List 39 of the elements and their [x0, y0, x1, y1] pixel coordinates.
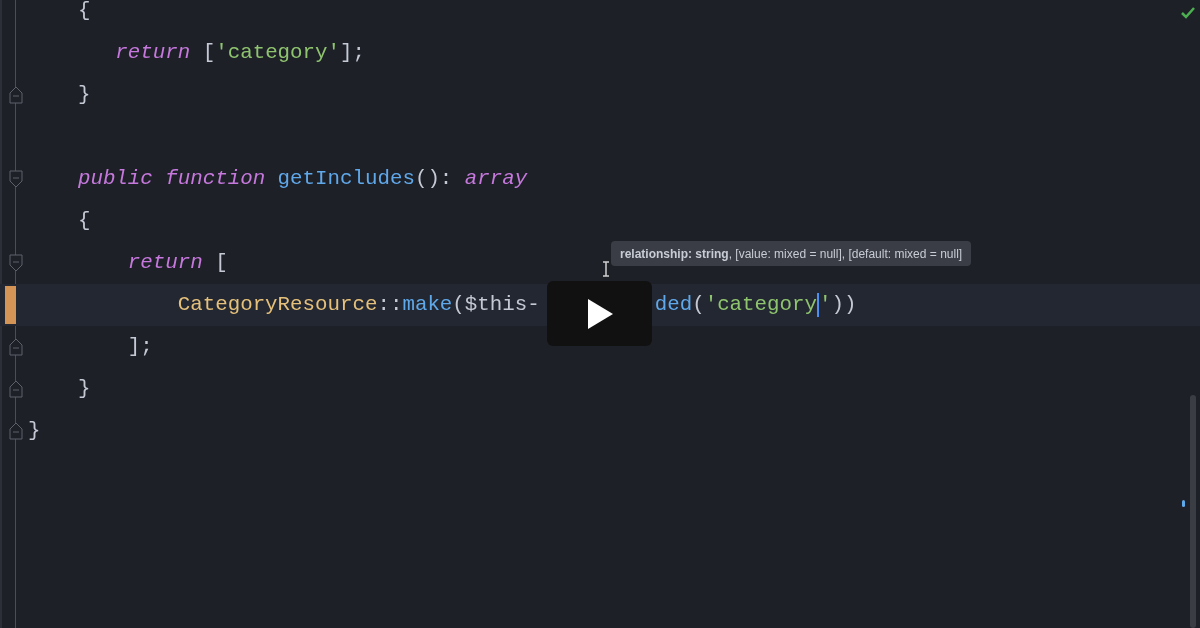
error-stripe-mark	[1182, 500, 1185, 507]
code-token: return	[126, 250, 203, 277]
code-token: }	[76, 376, 91, 403]
play-icon	[585, 297, 614, 330]
code-token: (	[692, 292, 705, 319]
text-cursor-icon	[602, 261, 610, 277]
code-token: public function	[76, 166, 267, 193]
code-token: array	[464, 166, 528, 193]
fold-icon[interactable]	[9, 422, 23, 440]
code-token: make	[402, 292, 453, 319]
text-cursor	[817, 293, 819, 317]
code-token: ($this-	[452, 292, 540, 319]
code-token: 'category'	[215, 40, 341, 67]
code-token: }	[28, 418, 41, 445]
code-token: 'category	[704, 292, 817, 319]
code-token: }	[76, 82, 91, 109]
parameter-tooltip: relationship: string, [value: mixed = null], [default: mixed = null]	[611, 241, 972, 266]
code-token: {	[76, 208, 91, 235]
fold-icon[interactable]	[9, 170, 23, 188]
code-token: [	[201, 40, 216, 67]
code-token: CategoryResource	[176, 292, 378, 319]
change-marker	[5, 286, 16, 324]
code-token: ))	[831, 292, 857, 319]
fold-icon[interactable]	[9, 338, 23, 356]
code-token: {	[76, 0, 91, 25]
code-token: getIncludes	[277, 166, 415, 193]
code-token: [	[214, 250, 228, 277]
code-token: ():	[414, 166, 454, 193]
play-button[interactable]	[547, 281, 652, 346]
code-token: ded	[654, 292, 693, 319]
fold-icon[interactable]	[9, 380, 23, 398]
fold-icon[interactable]	[9, 86, 23, 104]
code-token: ];	[340, 40, 365, 67]
scrollbar-thumb[interactable]	[1190, 395, 1196, 628]
code-token: ];	[126, 334, 153, 361]
fold-icon[interactable]	[9, 254, 23, 272]
code-token: return	[114, 40, 191, 67]
code-token: '	[819, 292, 832, 319]
code-token: ::	[377, 292, 403, 319]
